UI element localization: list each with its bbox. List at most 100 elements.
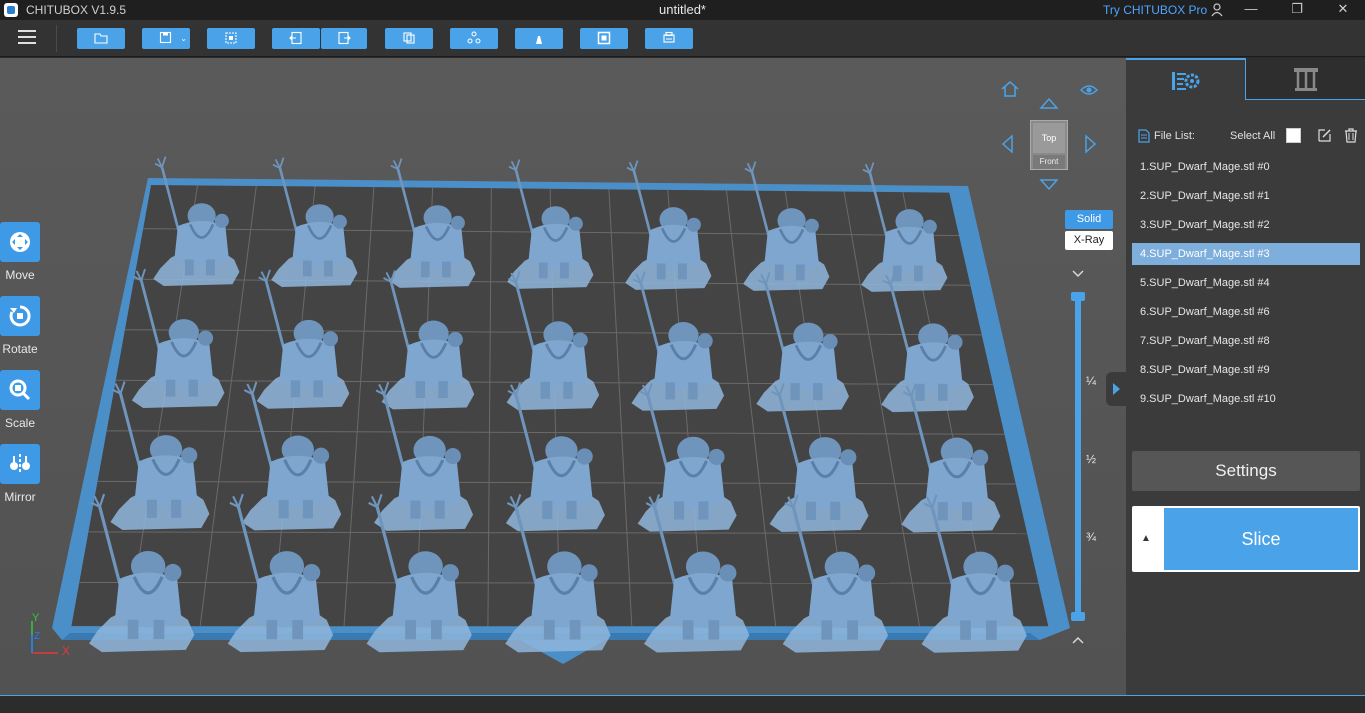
model-backpack xyxy=(444,448,461,465)
model-leg xyxy=(674,501,685,520)
support-button[interactable] xyxy=(515,28,563,49)
layer-slider-top-handle[interactable] xyxy=(1071,292,1085,301)
mirror-icon xyxy=(10,454,30,474)
scale-icon xyxy=(9,379,31,401)
layer-quarter-label: ¼ xyxy=(1086,374,1097,388)
model-backpack xyxy=(214,213,229,228)
model-leg xyxy=(153,619,165,640)
model-leg xyxy=(937,502,948,521)
home-view-icon[interactable] xyxy=(1000,80,1020,98)
file-list-item[interactable]: 7.SUP_Dwarf_Mage.stl #8 xyxy=(1132,330,1360,352)
layer-slider-track[interactable] xyxy=(1075,296,1081,618)
solid-view-button[interactable]: Solid xyxy=(1065,210,1113,229)
layer-down-chevron-icon[interactable] xyxy=(1072,270,1084,278)
view-cube[interactable]: Top Front xyxy=(1030,120,1068,170)
model-backpack xyxy=(441,564,459,582)
model-leg xyxy=(656,263,666,280)
model-leg xyxy=(184,259,194,276)
model-leg xyxy=(405,620,416,640)
file-list-label: File List: xyxy=(1154,130,1195,142)
print-button[interactable] xyxy=(645,28,693,49)
auto-layout-button[interactable] xyxy=(207,28,255,49)
layer-up-chevron-icon[interactable] xyxy=(1072,636,1084,644)
close-icon[interactable]: ✕ xyxy=(1328,0,1358,20)
open-file-icon xyxy=(94,33,108,44)
view-cube-front-face[interactable]: Front xyxy=(1033,155,1065,169)
chevron-down-icon: ⌄ xyxy=(180,34,187,43)
try-pro-link[interactable]: Try CHITUBOX Pro xyxy=(1103,3,1207,17)
view-down-arrow-icon[interactable] xyxy=(1039,178,1059,192)
view-left-arrow-icon[interactable] xyxy=(1000,134,1014,154)
auto-layout-icon xyxy=(225,32,237,44)
3d-viewport[interactable]: Move Rotate Scale Mirror Top Front Solid… xyxy=(0,58,1126,695)
model-leg xyxy=(698,501,709,520)
model-backpack xyxy=(719,564,737,582)
trash-icon[interactable] xyxy=(1344,128,1358,143)
model-backpack xyxy=(972,449,989,466)
tab-supports[interactable] xyxy=(1246,58,1365,100)
file-list-item[interactable]: 4.SUP_Dwarf_Mage.stl #3 xyxy=(1132,243,1360,265)
hamburger-menu-icon[interactable] xyxy=(18,30,36,44)
panel-collapse-tab[interactable] xyxy=(1106,372,1126,406)
file-list-item[interactable]: 3.SUP_Dwarf_Mage.stl #2 xyxy=(1132,214,1360,236)
redo-button[interactable] xyxy=(321,28,367,49)
model-leg xyxy=(915,383,925,401)
settings-button[interactable]: Settings xyxy=(1132,451,1360,491)
restore-icon[interactable]: ❐ xyxy=(1282,0,1312,20)
file-list-item[interactable]: 2.SUP_Dwarf_Mage.stl #1 xyxy=(1132,185,1360,207)
model-leg xyxy=(774,264,784,281)
model-leg xyxy=(960,620,971,640)
mirror-tool-button[interactable] xyxy=(0,444,40,484)
settings-list-icon xyxy=(1172,72,1200,90)
model-leg xyxy=(795,264,805,281)
copy-button[interactable] xyxy=(385,28,433,49)
file-list-icon xyxy=(1138,129,1150,143)
model-staff-tip xyxy=(508,159,521,171)
model-backpack xyxy=(576,448,593,465)
open-file-button[interactable] xyxy=(77,28,125,49)
xray-view-button[interactable]: X-Ray xyxy=(1065,231,1113,250)
model-leg xyxy=(682,620,694,640)
model-leg xyxy=(278,500,289,519)
file-list-item[interactable]: 8.SUP_Dwarf_Mage.stl #9 xyxy=(1132,359,1360,381)
eye-icon[interactable] xyxy=(1080,84,1098,96)
save-button[interactable]: ⌄ xyxy=(142,28,190,49)
axis-x-label: X xyxy=(62,644,70,658)
model-staff-tip xyxy=(390,158,403,170)
edit-icon[interactable] xyxy=(1317,128,1332,143)
model-leg xyxy=(313,380,323,398)
scale-label: Scale xyxy=(4,416,36,430)
layer-slider-bottom-handle[interactable] xyxy=(1071,612,1085,621)
model-backpack xyxy=(447,331,463,348)
title-bar: CHITUBOX V1.9.5 untitled* Try CHITUBOX P… xyxy=(0,0,1365,20)
minimize-icon[interactable]: — xyxy=(1236,0,1266,20)
slice-button[interactable]: Slice xyxy=(1164,508,1358,570)
model-backpack xyxy=(332,214,347,229)
file-list-item[interactable]: 5.SUP_Dwarf_Mage.stl #4 xyxy=(1132,272,1360,294)
undo-button[interactable] xyxy=(272,28,320,49)
scale-tool-button[interactable] xyxy=(0,370,40,410)
arrange-button[interactable] xyxy=(450,28,498,49)
file-list-header: File List: Select All xyxy=(1136,128,1361,146)
view-up-arrow-icon[interactable] xyxy=(1039,96,1059,110)
model-leg xyxy=(188,379,198,397)
file-list-item[interactable]: 9.SUP_Dwarf_Mage.stl #10 xyxy=(1132,388,1360,410)
slice-options-arrow[interactable]: ▲ xyxy=(1132,506,1160,572)
move-tool-button[interactable] xyxy=(0,222,40,262)
model-backpack xyxy=(181,447,198,464)
tab-file-settings[interactable] xyxy=(1126,58,1246,100)
model-leg xyxy=(805,501,817,520)
select-all-checkbox[interactable] xyxy=(1286,128,1301,143)
model-leg xyxy=(171,499,182,518)
model-backpack xyxy=(303,564,321,582)
axis-gizmo: Y Z X xyxy=(31,613,70,658)
view-right-arrow-icon[interactable] xyxy=(1084,134,1098,154)
rotate-tool-button[interactable] xyxy=(0,296,40,336)
print-icon xyxy=(663,31,675,43)
user-icon[interactable] xyxy=(1202,0,1232,20)
file-list-item[interactable]: 1.SUP_Dwarf_Mage.stl #0 xyxy=(1132,156,1360,178)
file-list-item[interactable]: 6.SUP_Dwarf_Mage.stl #6 xyxy=(1132,301,1360,323)
model-staff-tip xyxy=(862,162,875,174)
hollow-button[interactable] xyxy=(580,28,628,49)
view-cube-top-face[interactable]: Top xyxy=(1033,123,1065,153)
